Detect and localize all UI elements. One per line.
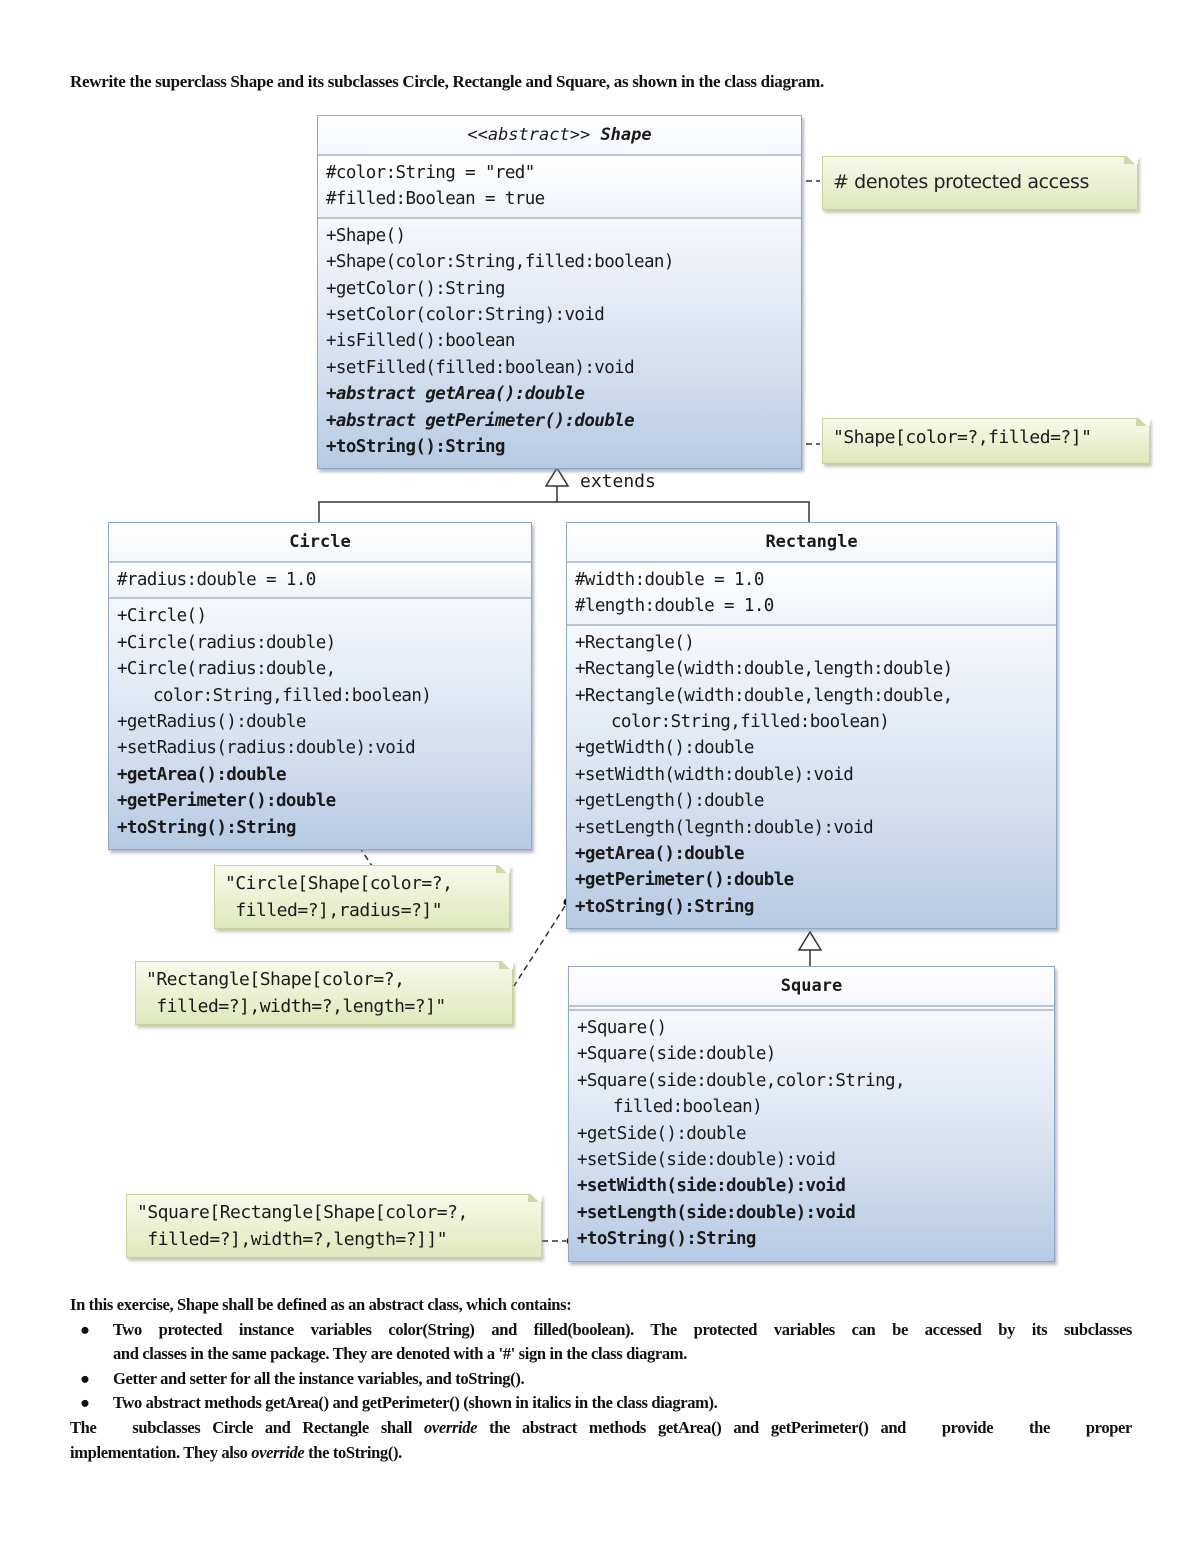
operation-row: +abstract getPerimeter():double (326, 410, 635, 431)
operation-row: +getRadius():double (117, 712, 306, 733)
attribute-row: #width:double = 1.0 (575, 570, 764, 590)
attribute-row: #filled:Boolean = true (326, 189, 545, 210)
note-text: filled=?],radius=?]" (225, 900, 443, 921)
operation-row: +setFilled(filled:boolean):void (326, 357, 635, 378)
attribute-row: #color:String = "red" (326, 163, 535, 183)
operation-row: +isFilled():boolean (326, 331, 515, 352)
operation-row: +Rectangle(width:double,length:double, (575, 685, 953, 706)
operation-row: +Square() (577, 1018, 667, 1038)
class-rectangle-attributes: #width:double = 1.0 #length:double = 1.0 (567, 563, 1056, 626)
operation-row: +Square(side:double,color:String, (577, 1070, 905, 1091)
stereotype-label: <<abstract>> (467, 125, 591, 145)
class-name: Shape (600, 125, 652, 145)
note-text: # denotes protected access (833, 171, 1089, 193)
operation-row: +getSide():double (577, 1123, 747, 1144)
class-circle-operations: +Circle() +Circle(radius:double) +Circle(r… (109, 599, 531, 850)
note-link-rectangle-tostring (513, 905, 566, 987)
operation-row: +setLength(legnth:double):void (575, 817, 874, 838)
note-text: "Square[Rectangle[Shape[color=?, (137, 1202, 468, 1223)
operation-row: +Circle(radius:double) (117, 632, 336, 653)
inheritance-line-shape (318, 501, 810, 522)
description-lead: In this exercise, Shape shall be defined… (70, 1295, 572, 1314)
operation-row: +getArea():double (117, 764, 287, 785)
operation-row: +getArea():double (575, 844, 745, 865)
requirement-line: and classes in the same package. They ar… (113, 1344, 687, 1364)
closing-text: the toString(). (304, 1442, 402, 1462)
bullet-icon: ● (80, 1319, 90, 1339)
operation-row: +getPerimeter():double (117, 791, 336, 812)
requirement-line: Two protected instance variables color(S… (113, 1319, 1132, 1339)
operation-row: +Circle(radius:double, (117, 659, 336, 680)
note-square-tostring: "Square[Rectangle[Shape[color=?, filled=… (126, 1194, 542, 1258)
bullet-icon: ● (80, 1368, 90, 1388)
class-rectangle-operations: +Rectangle() +Rectangle(width:double,leng… (567, 625, 1056, 929)
note-rectangle-tostring: "Rectangle[Shape[color=?, filled=?],widt… (135, 961, 513, 1025)
note-text: "Shape[color=?,filled=?]" (833, 427, 1092, 448)
operation-row: +toString():String (117, 817, 296, 838)
attribute-row: #radius:double = 1.0 (117, 570, 316, 590)
note-text: filled=?],width=?,length=?]]" (137, 1229, 448, 1250)
closing-text: the abstract methods getArea() and getPe… (477, 1417, 1132, 1437)
operation-row: +setLength(side:double):void (577, 1202, 856, 1223)
class-circle-attributes: #radius:double = 1.0 (109, 563, 531, 600)
emphasis-override: override (251, 1442, 305, 1462)
exercise-description: In this exercise, Shape shall be defined… (70, 1293, 1132, 1465)
bullet-icon: ● (80, 1393, 90, 1413)
operation-row: +Shape() (326, 225, 406, 246)
requirement-line: Getter and setter for all the instance v… (113, 1368, 525, 1388)
note-text: "Circle[Shape[color=?, (225, 873, 453, 894)
operation-row: color:String,filled:boolean) (153, 685, 432, 706)
class-rectangle-header: Rectangle (567, 523, 1056, 563)
requirements-list: ● Two protected instance variables color… (70, 1318, 1132, 1416)
note-shape-tostring: "Shape[color=?,filled=?]" (822, 418, 1150, 464)
class-shape-header: <<abstract>> Shape (318, 116, 801, 156)
requirement-item: ● Two abstract methods getArea() and get… (70, 1391, 1132, 1416)
inheritance-arrow-rectangle (797, 930, 823, 951)
closing-line-2: implementation. They also override the t… (70, 1441, 1132, 1466)
operation-row: +setSide(side:double):void (577, 1150, 836, 1171)
operation-row: +Rectangle(width:double,length:double) (575, 659, 953, 680)
operation-row: +setColor(color:String):void (326, 305, 605, 326)
operation-row: +getWidth():double (575, 738, 754, 759)
operation-row: +getColor():String (326, 278, 505, 299)
class-shape-operations: +Shape() +Shape(color:String,filled:boole… (318, 218, 801, 469)
operation-row: +toString():String (575, 896, 754, 917)
class-shape: <<abstract>> Shape #color:String = "red"… (317, 115, 802, 470)
emphasis-override: override (424, 1417, 478, 1437)
inheritance-arrow-shape (544, 466, 570, 487)
operation-row: +setWidth(width:double):void (575, 764, 854, 785)
class-circle: Circle #radius:double = 1.0 +Circle() +Ci… (108, 522, 532, 851)
class-square-header: Square (569, 967, 1054, 1007)
requirement-item: ● Getter and setter for all the instance… (70, 1367, 1132, 1392)
operation-row: +Square(side:double) (577, 1044, 776, 1065)
closing-text: The subclasses Circle and Rectangle shal… (70, 1417, 425, 1437)
note-text: "Rectangle[Shape[color=?, (146, 969, 405, 990)
operation-row: +Circle() (117, 606, 207, 627)
operation-row: +getLength():double (575, 791, 764, 812)
note-text: filled=?],width=?,length=?]" (146, 996, 446, 1017)
requirement-line: Two abstract methods getArea() and getPe… (113, 1393, 718, 1413)
closing-line-1: The subclasses Circle and Rectangle shal… (70, 1416, 1132, 1441)
attribute-row: #length:double = 1.0 (575, 596, 774, 617)
operation-row: +toString():String (326, 437, 505, 458)
note-protected-access: # denotes protected access (822, 156, 1138, 210)
operation-row: +toString():String (577, 1229, 756, 1250)
class-rectangle: Rectangle #width:double = 1.0 #length:do… (566, 522, 1057, 930)
operation-row: filled:boolean) (613, 1097, 763, 1118)
requirement-item: ● Two protected instance variables color… (70, 1318, 1132, 1367)
operation-row: +getPerimeter():double (575, 870, 794, 891)
operation-row: +Shape(color:String,filled:boolean) (326, 252, 674, 273)
class-square-operations: +Square() +Square(side:double) +Square(sid… (569, 1011, 1054, 1261)
class-circle-header: Circle (109, 523, 531, 563)
class-shape-attributes: #color:String = "red" #filled:Boolean = … (318, 156, 801, 219)
class-square: Square +Square() +Square(side:double) +Squ… (568, 966, 1055, 1262)
operation-row: +abstract getArea():double (326, 384, 585, 405)
extends-label: extends (580, 471, 656, 492)
operation-row: +Rectangle() (575, 632, 695, 653)
operation-row: +setWidth(side:double):void (577, 1176, 846, 1197)
operation-row: +setRadius(radius:double):void (117, 738, 416, 759)
note-circle-tostring: "Circle[Shape[color=?, filled=?],radius=… (214, 865, 510, 929)
operation-row: color:String,filled:boolean) (611, 712, 890, 733)
closing-text: implementation. They also (70, 1442, 252, 1462)
